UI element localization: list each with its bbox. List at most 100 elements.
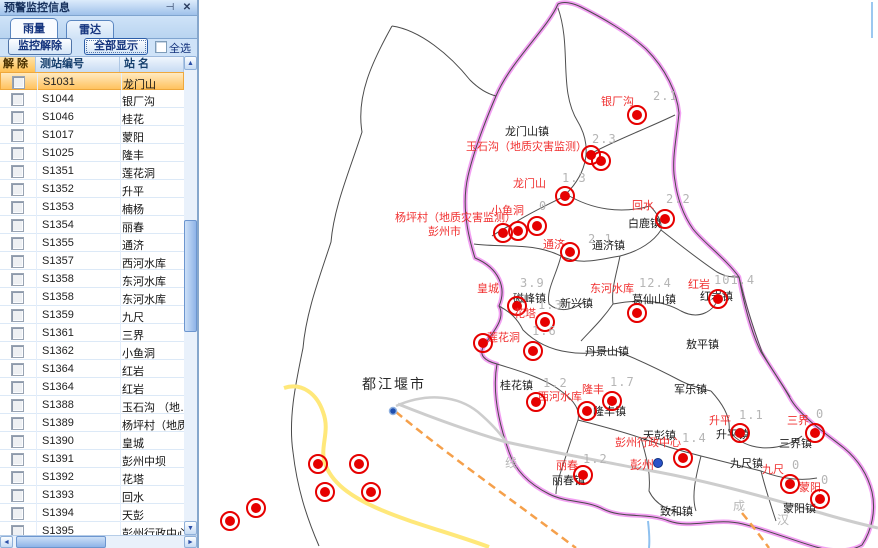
table-row[interactable]: S1362 小鱼洞 [0, 342, 184, 360]
table-row[interactable]: S1388 玉石沟 （地… [0, 396, 184, 414]
horizontal-scrollbar[interactable]: ◄ ► [0, 535, 197, 548]
vertical-scroll-thumb[interactable] [184, 220, 197, 332]
table-row[interactable]: S1353 楠杨 [0, 198, 184, 216]
row-checkbox[interactable] [11, 399, 24, 412]
table-row[interactable]: S1025 隆丰 [0, 144, 184, 162]
row-checkbox[interactable] [11, 345, 24, 358]
table-row[interactable]: S1390 皇城 [0, 432, 184, 450]
table-row[interactable]: S1389 杨坪村（地质… [0, 414, 184, 432]
vertical-scrollbar[interactable]: ▲ ▼ [184, 56, 197, 535]
station-marker[interactable] [805, 423, 825, 443]
table-row[interactable]: S1358 东河水库 [0, 288, 184, 306]
row-checkbox[interactable] [11, 165, 24, 178]
row-checkbox[interactable] [11, 111, 24, 124]
station-marker[interactable] [315, 482, 335, 502]
row-checkbox[interactable] [11, 273, 24, 286]
station-marker[interactable] [708, 289, 728, 309]
station-marker[interactable] [555, 186, 575, 206]
horizontal-scroll-thumb[interactable] [16, 536, 106, 548]
table-row[interactable]: S1364 红岩 [0, 360, 184, 378]
row-checkbox[interactable] [11, 255, 24, 268]
station-value: 0 [816, 408, 824, 420]
table-row[interactable]: S1017 蒙阳 [0, 126, 184, 144]
column-header-station-id[interactable]: 测站编号 [36, 57, 120, 72]
station-marker[interactable] [560, 242, 580, 262]
station-label: 东河水库 [590, 283, 634, 295]
table-row[interactable]: S1392 花塔 [0, 468, 184, 486]
station-marker[interactable] [361, 482, 381, 502]
station-marker[interactable] [577, 401, 597, 421]
station-marker[interactable] [602, 391, 622, 411]
station-marker[interactable] [627, 105, 647, 125]
scroll-down-icon[interactable]: ▼ [184, 521, 197, 535]
station-marker[interactable] [810, 489, 830, 509]
column-header-release[interactable]: 解 除 [0, 57, 36, 72]
station-marker[interactable] [308, 454, 328, 474]
station-marker[interactable] [526, 392, 546, 412]
close-icon[interactable]: ✕ [180, 0, 194, 15]
row-checkbox[interactable] [11, 183, 24, 196]
station-marker[interactable] [780, 474, 800, 494]
pin-icon[interactable]: ⊣ [163, 0, 177, 15]
row-checkbox[interactable] [11, 129, 24, 142]
station-value: 12.4 [639, 277, 672, 289]
table-row[interactable]: S1359 九尺 [0, 306, 184, 324]
select-all-checkbox[interactable] [155, 41, 167, 53]
table-row[interactable]: S1031 龙门山 [0, 72, 184, 90]
table-row[interactable]: S1391 彭州中坝 [0, 450, 184, 468]
tab-radar[interactable]: 雷达 [66, 20, 114, 39]
table-row[interactable]: S1393 回水 [0, 486, 184, 504]
scroll-left-icon[interactable]: ◄ [0, 536, 13, 548]
row-checkbox[interactable] [11, 453, 24, 466]
row-checkbox[interactable] [11, 489, 24, 502]
row-checkbox[interactable] [12, 76, 25, 89]
tab-rainfall[interactable]: 雨量 [10, 18, 58, 39]
table-row[interactable]: S1364 红岩 [0, 378, 184, 396]
row-checkbox[interactable] [11, 327, 24, 340]
row-checkbox[interactable] [11, 471, 24, 484]
row-checkbox[interactable] [11, 201, 24, 214]
row-checkbox[interactable] [11, 363, 24, 376]
station-marker[interactable] [730, 423, 750, 443]
show-all-button[interactable]: 全部显示 [84, 38, 148, 55]
row-checkbox[interactable] [11, 93, 24, 106]
station-marker[interactable] [473, 333, 493, 353]
station-marker[interactable] [655, 209, 675, 229]
table-row[interactable]: S1046 桂花 [0, 108, 184, 126]
column-header-station-name[interactable]: 站 名 [120, 57, 184, 72]
monitor-release-button[interactable]: 监控解除 [8, 38, 72, 55]
station-marker[interactable] [627, 303, 647, 323]
row-checkbox[interactable] [11, 237, 24, 250]
station-marker[interactable] [220, 511, 240, 531]
station-marker[interactable] [246, 498, 266, 518]
table-row[interactable]: S1394 天彭 [0, 504, 184, 522]
table-row[interactable]: S1351 莲花洞 [0, 162, 184, 180]
station-marker[interactable] [527, 216, 547, 236]
table-row[interactable]: S1395 彭州行政中心 [0, 522, 184, 535]
scroll-up-icon[interactable]: ▲ [184, 56, 197, 70]
station-marker[interactable] [591, 151, 611, 171]
scroll-right-icon[interactable]: ► [184, 536, 197, 548]
table-row[interactable]: S1357 西河水库 [0, 252, 184, 270]
table-row[interactable]: S1361 三界 [0, 324, 184, 342]
row-checkbox[interactable] [11, 417, 24, 430]
station-marker[interactable] [523, 341, 543, 361]
table-row[interactable]: S1355 通济 [0, 234, 184, 252]
row-checkbox[interactable] [11, 147, 24, 160]
station-marker[interactable] [573, 465, 593, 485]
station-marker[interactable] [673, 448, 693, 468]
table-row[interactable]: S1044 银厂沟 [0, 90, 184, 108]
row-checkbox[interactable] [11, 291, 24, 304]
station-marker[interactable] [508, 221, 528, 241]
station-marker[interactable] [349, 454, 369, 474]
table-row[interactable]: S1352 升平 [0, 180, 184, 198]
table-row[interactable]: S1354 丽春 [0, 216, 184, 234]
row-checkbox[interactable] [11, 525, 24, 535]
table-row[interactable]: S1358 东河水库 [0, 270, 184, 288]
row-checkbox[interactable] [11, 381, 24, 394]
row-checkbox[interactable] [11, 435, 24, 448]
row-checkbox[interactable] [11, 507, 24, 520]
row-checkbox[interactable] [11, 219, 24, 232]
row-checkbox[interactable] [11, 309, 24, 322]
town-label: 丹景山镇 [585, 346, 629, 358]
